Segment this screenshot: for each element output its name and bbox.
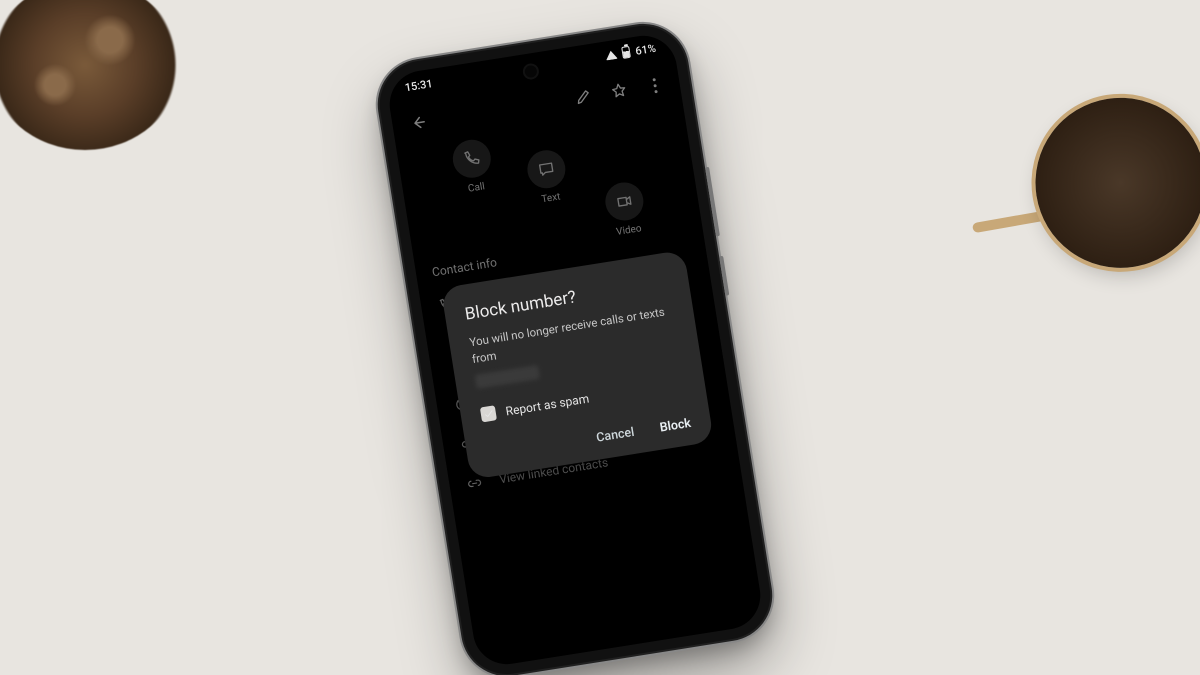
report-spam-checkbox[interactable] — [480, 406, 497, 423]
phone-screen: 15:31 61% — [385, 31, 765, 669]
status-time: 15:31 — [404, 77, 434, 94]
check-icon — [482, 407, 496, 421]
battery-pct: 61% — [634, 41, 656, 57]
dialog-redacted-number — [475, 365, 540, 389]
desk-prop-pinecone — [0, 0, 180, 150]
phone-device: 15:31 61% — [373, 20, 776, 675]
block-button[interactable]: Block — [659, 416, 692, 436]
wifi-icon — [605, 49, 618, 60]
battery-icon — [622, 46, 632, 59]
cancel-button[interactable]: Cancel — [595, 425, 635, 446]
block-number-dialog: Block number? You will no longer receive… — [441, 250, 714, 480]
desk-prop-sunglasses — [983, 53, 1200, 386]
report-spam-label: Report as spam — [505, 391, 590, 418]
